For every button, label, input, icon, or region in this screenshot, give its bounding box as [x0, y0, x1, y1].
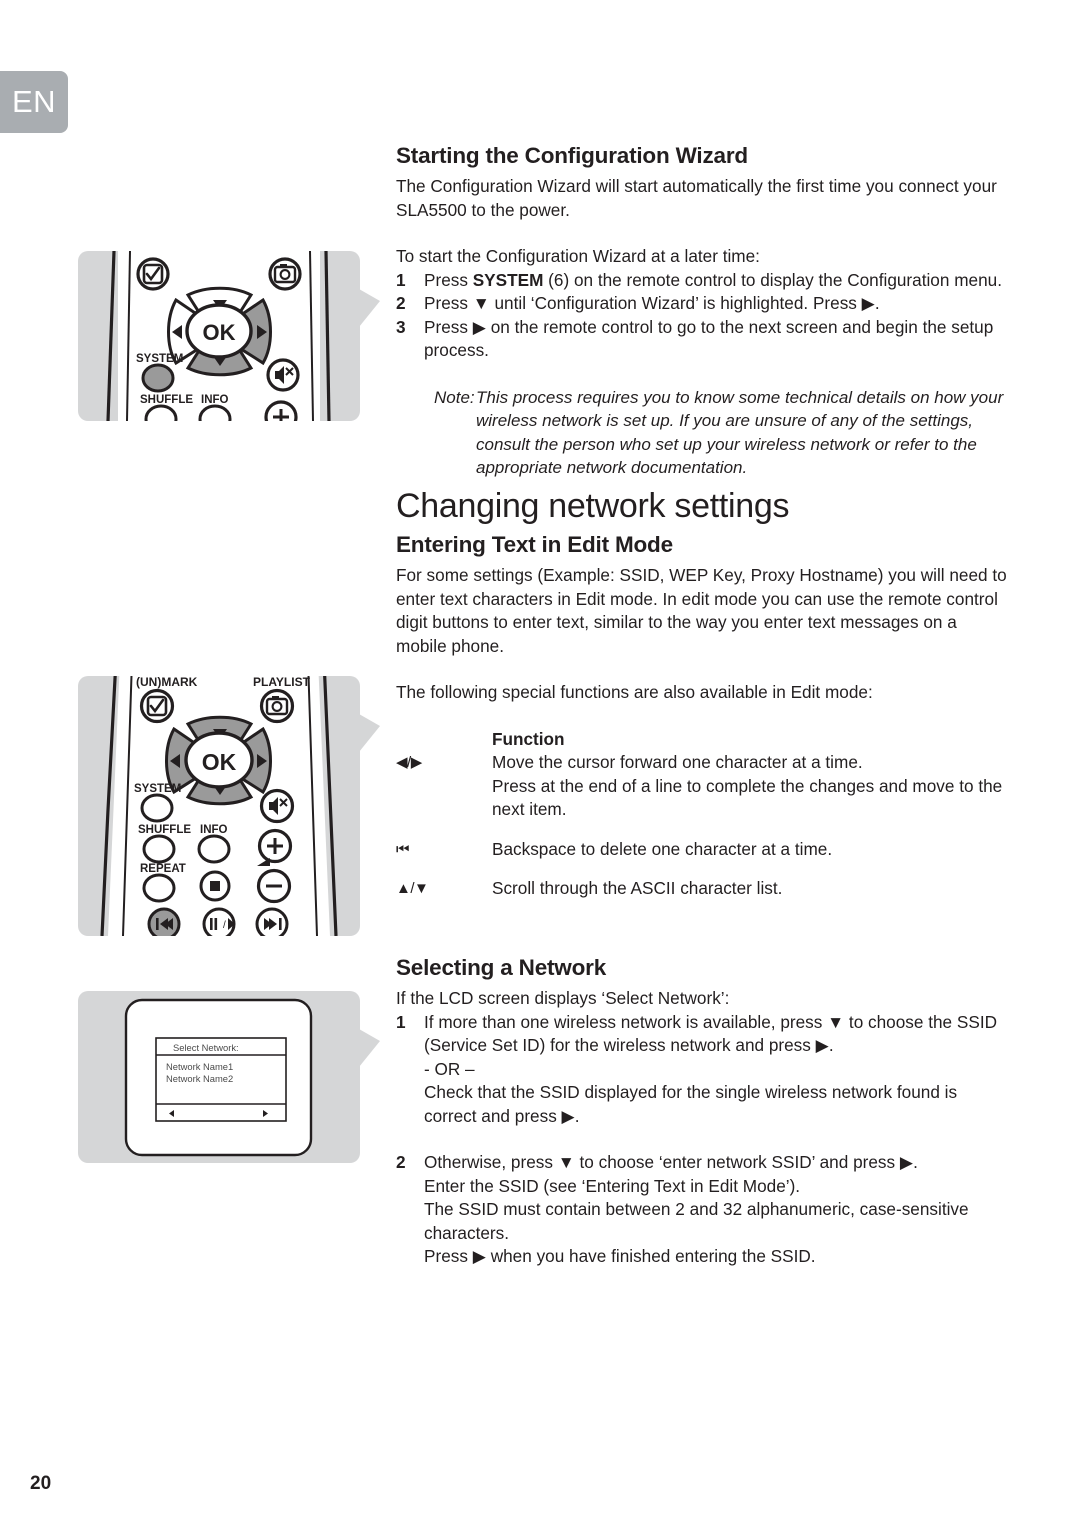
note-label: Note:: [434, 387, 475, 407]
section-changing-network: Changing network settings Entering Text …: [396, 487, 1008, 901]
next-icon: [255, 907, 289, 936]
wizard-heading: Starting the Configuration Wizard: [396, 143, 748, 168]
function-row-desc: Move the cursor forward one character at…: [492, 751, 1008, 822]
step-text-before: Press: [424, 269, 473, 290]
selecting-network-step-2-line-2: Enter the SSID (see ‘Entering Text in Ed…: [424, 1175, 801, 1196]
previous-icon: [147, 907, 181, 936]
function-header-label: Function: [492, 728, 565, 749]
svg-text:/: /: [223, 920, 226, 931]
lcd-item-0: Network Name1: [166, 1061, 233, 1072]
volume-up-icon: [264, 400, 298, 421]
selecting-network-step-1-or: - OR –: [424, 1058, 475, 1079]
step-number: 2: [396, 293, 406, 313]
system-label: SYSTEM: [134, 783, 181, 795]
shuffle-button: [142, 834, 176, 864]
volume-up-icon: [257, 828, 293, 864]
step-text: Press SYSTEM (6) on the remote control t…: [424, 269, 1008, 293]
selecting-network-lead: If the LCD screen displays ‘Select Netwo…: [396, 988, 730, 1008]
repeat-label: REPEAT: [140, 863, 186, 875]
mute-icon: [266, 358, 300, 392]
selecting-network-step-2: 2 Otherwise, press ▼ to choose ‘enter ne…: [396, 1151, 1008, 1175]
playlist-icon: [268, 257, 302, 291]
step-text: Otherwise, press ▼ to choose ‘enter netw…: [424, 1152, 918, 1172]
wizard-step-1: 1 Press SYSTEM (6) on the remote control…: [396, 269, 1008, 293]
shuffle-button: [144, 404, 178, 421]
edit-mode-heading: Entering Text in Edit Mode: [396, 532, 673, 557]
edit-mode-function-table: Function ◀/▶ Move the cursor forward one…: [396, 728, 1008, 901]
wizard-steps: 1 Press SYSTEM (6) on the remote control…: [396, 269, 1008, 363]
step-text-bold: SYSTEM: [472, 269, 544, 290]
info-label: INFO: [200, 824, 228, 836]
function-row-backspace: ⏮ Backspace to delete one character at a…: [396, 838, 1008, 862]
selecting-network-heading: Selecting a Network: [396, 955, 607, 980]
callout-notch: [359, 289, 380, 327]
edit-mode-lead: The following special functions are also…: [396, 682, 873, 702]
step-number: 3: [396, 316, 406, 337]
wizard-step-3: 3 Press ▶ on the remote control to go to…: [396, 316, 1008, 363]
system-button: [141, 363, 175, 393]
stop-icon: [199, 870, 231, 902]
section-configuration-wizard: Starting the Configuration Wizard The Co…: [396, 143, 1008, 480]
function-header-symbol: [396, 728, 492, 752]
function-row-line: Press at the end of a line to complete t…: [492, 775, 1003, 820]
mark-icon: [139, 688, 175, 724]
selecting-network-step-1: 1 If more than one wireless network is a…: [396, 1011, 1008, 1058]
shuffle-label: SHUFFLE: [138, 824, 191, 836]
edit-mode-intro: For some settings (Example: SSID, WEP Ke…: [396, 565, 1007, 656]
step-text: If more than one wireless network is ava…: [424, 1011, 998, 1056]
step-number: 1: [396, 1011, 406, 1032]
language-badge: EN: [0, 71, 68, 133]
remote-bottom-illustration: (UN)MARK PLAYLIST OK SYSTEM SHUFFLE INFO…: [100, 675, 338, 936]
function-row-desc: Backspace to delete one character at a t…: [492, 838, 833, 859]
selecting-network-step-2-line-3: The SSID must contain between 2 and 32 a…: [424, 1199, 969, 1243]
mute-icon: [259, 788, 295, 824]
system-button: [140, 793, 174, 823]
language-badge-label: EN: [11, 84, 57, 119]
previous-track-icon: ⏮: [396, 840, 410, 858]
play-pause-icon: /: [202, 907, 236, 936]
step-text-after: (6) on the remote control to display the…: [543, 269, 1002, 290]
changing-network-heading: Changing network settings: [396, 487, 790, 525]
function-row-arrows: ◀/▶ Move the cursor forward one characte…: [396, 751, 1008, 822]
note-body: This process requires you to know some t…: [476, 387, 1004, 478]
callout-notch: [359, 714, 380, 752]
step-text: Press ▼ until ‘Configuration Wizard’ is …: [424, 293, 880, 313]
info-label: INFO: [201, 394, 229, 406]
selecting-network-step-1-alt: Check that the SSID displayed for the si…: [424, 1082, 958, 1126]
remote-top-illustration: OK SYSTEM SHUFFLE INFO: [106, 251, 331, 421]
arrow-left-right-icon: ◀/▶: [396, 754, 422, 771]
info-button: [197, 834, 231, 864]
callout-notch: [359, 1029, 380, 1067]
step-number: 2: [396, 1152, 406, 1172]
selecting-network-step-2-line-4: Press ▶ when you have finished entering …: [424, 1246, 816, 1266]
function-table-header: Function: [396, 728, 1008, 752]
playlist-icon: [259, 688, 295, 724]
wizard-step-2: 2 Press ▼ until ‘Configuration Wizard’ i…: [396, 292, 1008, 316]
function-row-scroll: ▲/▼ Scroll through the ASCII character l…: [396, 877, 1008, 901]
svg-text:OK: OK: [203, 320, 236, 345]
svg-text:OK: OK: [202, 749, 237, 775]
step-number: 1: [396, 269, 406, 290]
mark-icon: [136, 257, 170, 291]
lcd-item-1: Network Name2: [166, 1073, 233, 1084]
section-selecting-network: Selecting a Network If the LCD screen di…: [396, 955, 1008, 1269]
mark-label: (UN)MARK: [136, 675, 198, 689]
arrow-up-down-icon: ▲/▼: [396, 880, 429, 897]
volume-down-icon: [256, 868, 292, 904]
lcd-title: Select Network:: [173, 1042, 239, 1053]
function-row-line: Move the cursor forward one character at…: [492, 752, 863, 772]
system-label: SYSTEM: [136, 353, 183, 365]
wizard-intro: The Configuration Wizard will start auto…: [396, 176, 997, 220]
lcd-illustration: Select Network: Network Name1 Network Na…: [124, 998, 313, 1157]
playlist-label: PLAYLIST: [253, 675, 311, 689]
shuffle-label: SHUFFLE: [140, 394, 193, 406]
step-text: Press ▶ on the remote control to go to t…: [424, 316, 994, 361]
repeat-button: [142, 873, 176, 903]
wizard-lead: To start the Configuration Wizard at a l…: [396, 246, 760, 266]
function-row-desc: Scroll through the ASCII character list.: [492, 878, 783, 898]
wizard-note: Note: This process requires you to know …: [396, 386, 1008, 480]
info-button: [198, 404, 232, 421]
page-number: 20: [30, 1473, 52, 1494]
